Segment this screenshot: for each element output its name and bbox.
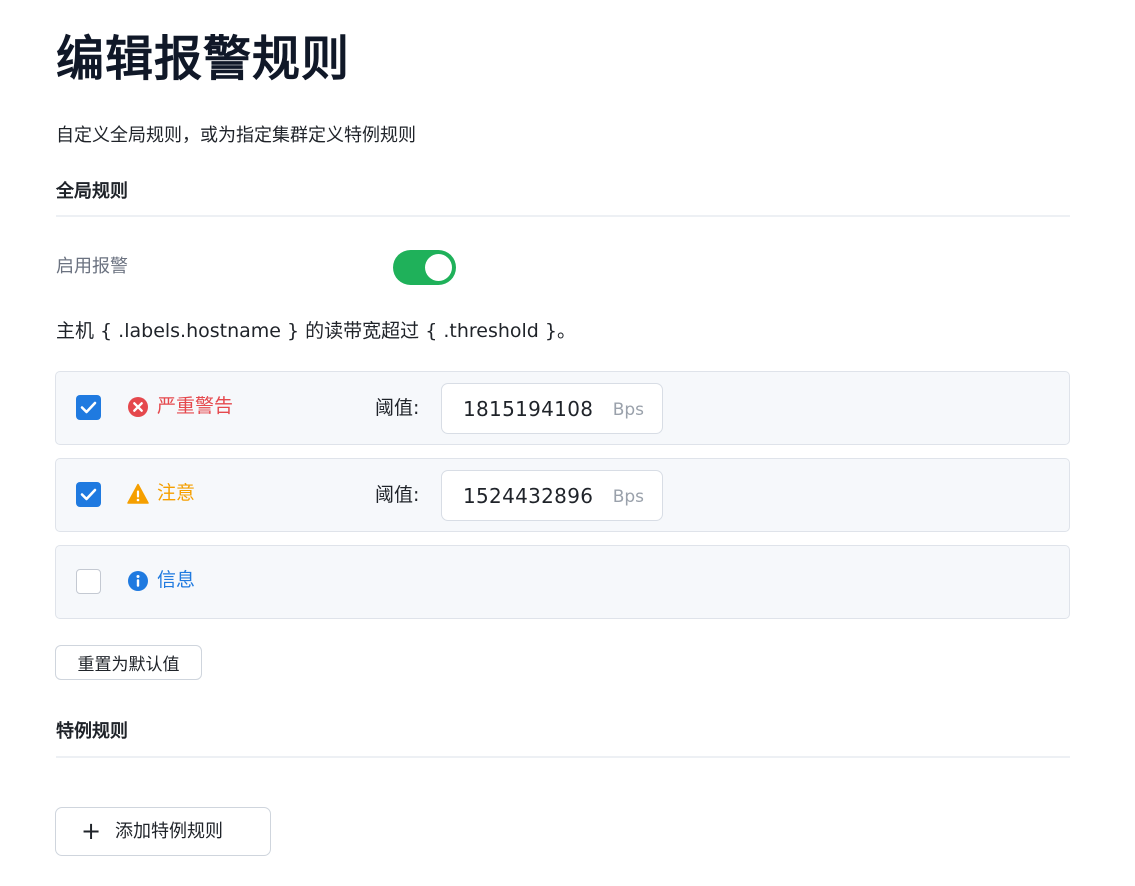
exception-rules-title: 特例规则	[56, 721, 128, 742]
x-circle-icon	[128, 397, 148, 417]
info-checkbox[interactable]	[76, 569, 101, 594]
toggle-knob	[425, 254, 452, 281]
warning-level-label: 注意	[157, 482, 196, 504]
rule-row-warning: 注意 阈值: 1524432896 Bps	[55, 458, 1070, 532]
enable-alert-toggle[interactable]	[393, 250, 456, 285]
global-rules-title: 全局规则	[56, 181, 128, 202]
info-circle-icon	[128, 571, 148, 591]
enable-alert-label: 启用报警	[56, 256, 128, 277]
warning-checkbox[interactable]	[76, 482, 101, 507]
critical-threshold-unit: Bps	[612, 400, 644, 420]
info-level-label: 信息	[157, 569, 196, 591]
critical-threshold-label: 阈值:	[375, 397, 420, 419]
add-exception-rule-label: 添加特例规则	[115, 821, 223, 842]
warning-threshold-value: 1524432896	[463, 484, 594, 508]
critical-threshold-value: 1815194108	[463, 397, 594, 421]
warning-threshold-input[interactable]: 1524432896 Bps	[441, 470, 663, 521]
warning-threshold-unit: Bps	[612, 487, 644, 507]
critical-checkbox[interactable]	[76, 395, 101, 420]
plus-icon: +	[81, 817, 102, 845]
rule-row-info: 信息	[55, 545, 1070, 619]
exception-rules-divider	[56, 756, 1070, 758]
page-title: 编辑报警规则	[56, 31, 351, 87]
critical-threshold-input[interactable]: 1815194108 Bps	[441, 383, 663, 434]
alert-message-template: 主机 { .labels.hostname } 的读带宽超过 { .thresh…	[56, 320, 576, 342]
page-description: 自定义全局规则，或为指定集群定义特例规则	[56, 125, 416, 146]
critical-level-label: 严重警告	[157, 395, 234, 417]
rule-row-critical: 严重警告 阈值: 1815194108 Bps	[55, 371, 1070, 445]
warning-threshold-label: 阈值:	[375, 484, 420, 506]
global-rules-divider	[56, 215, 1070, 217]
reset-default-button[interactable]: 重置为默认值	[55, 645, 202, 680]
add-exception-rule-button[interactable]: + 添加特例规则	[55, 807, 271, 856]
warning-triangle-icon	[127, 483, 149, 504]
